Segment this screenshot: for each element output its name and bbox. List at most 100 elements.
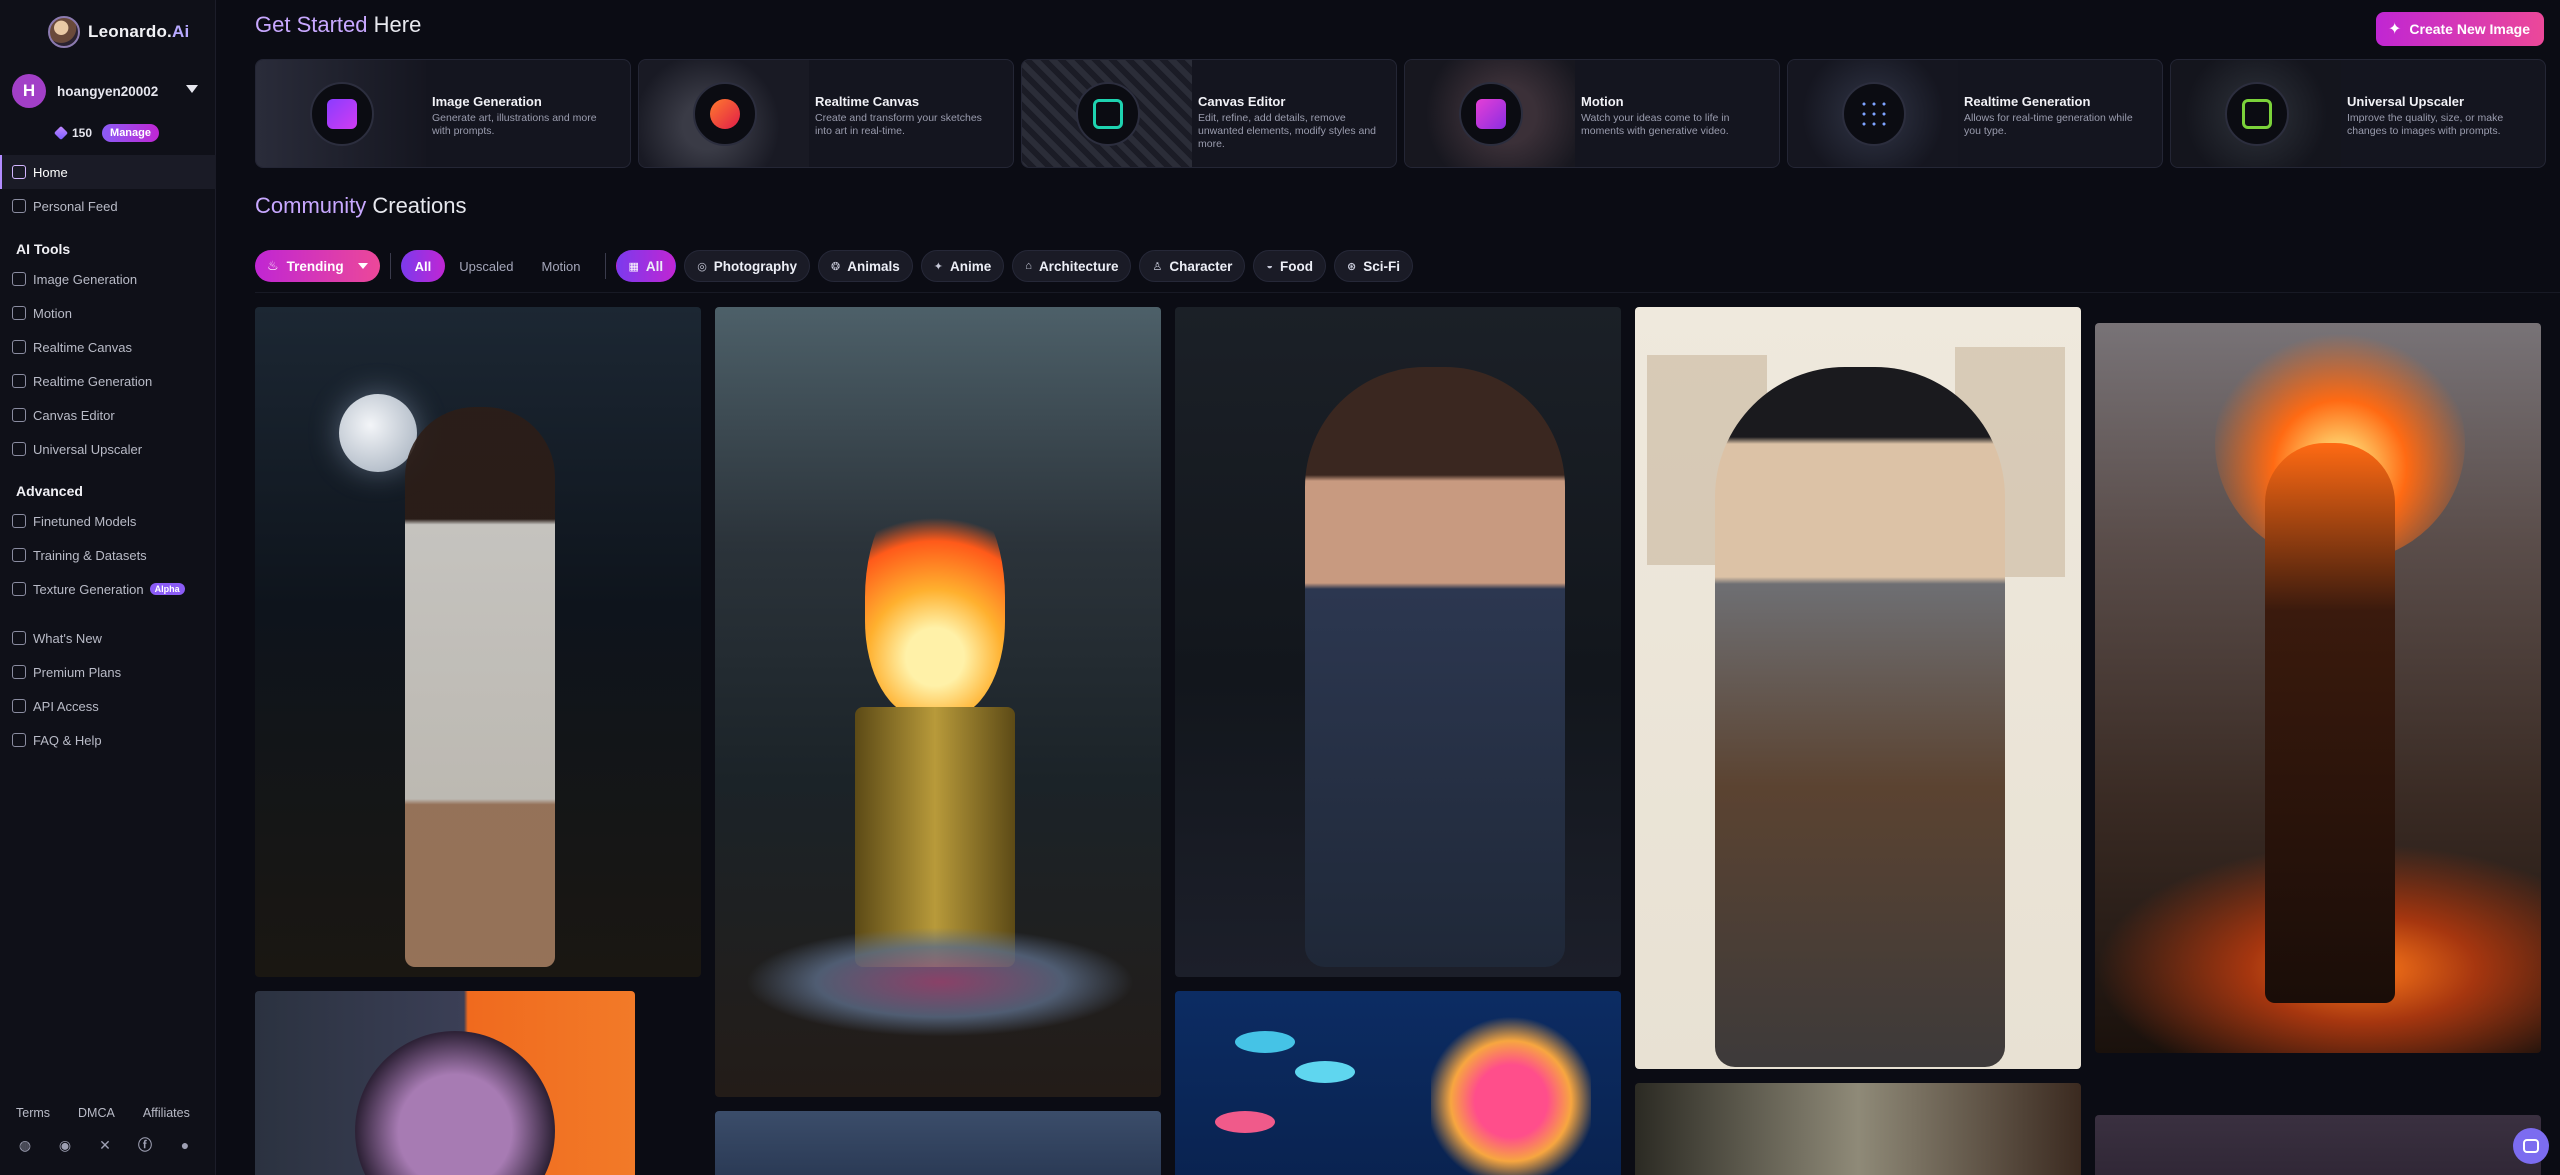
nav-home[interactable]: Home <box>0 155 216 189</box>
chevron-down-icon <box>357 263 368 269</box>
news-icon <box>12 631 26 645</box>
food-icon: ◒ <box>1266 260 1274 272</box>
nav-texture-generation[interactable]: Texture Generation Alpha <box>0 572 216 606</box>
tool-desc: Allows for real-time generation while yo… <box>1964 112 2133 137</box>
credits: 150 Manage <box>53 124 159 142</box>
brand[interactable]: Leonardo.Ai <box>48 16 189 48</box>
nav-api-access[interactable]: API Access <box>0 689 216 723</box>
type-filter-motion[interactable]: Motion <box>527 250 594 282</box>
main-content: Get Started Here ✦ Create New Image Image… <box>216 0 2560 1175</box>
tool-card-canvas-editor[interactable]: Canvas Editor Edit, refine, add details,… <box>1021 59 1397 168</box>
category-food[interactable]: ◒ Food <box>1253 250 1327 282</box>
flame <box>865 477 1005 717</box>
gallery-image[interactable] <box>715 307 1161 1097</box>
advanced-nav: Advanced Finetuned Models Training & Dat… <box>0 474 216 606</box>
fish <box>1235 1031 1295 1053</box>
category-photography[interactable]: ◎ Photography <box>684 250 811 282</box>
tool-card-motion[interactable]: Motion Watch your ideas come to life in … <box>1404 59 1780 168</box>
nav-universal-upscaler[interactable]: Universal Upscaler <box>0 432 216 466</box>
gallery-image[interactable] <box>2095 323 2541 1053</box>
nav-realtime-canvas[interactable]: Realtime Canvas <box>0 330 216 364</box>
home-icon <box>12 165 26 179</box>
facebook-icon[interactable]: ⓕ <box>136 1136 154 1154</box>
chat-icon <box>2523 1139 2539 1153</box>
user-menu[interactable]: H hoangyen20002 <box>12 74 204 108</box>
page-title: Get Started Here <box>255 12 422 37</box>
category-character[interactable]: ♙ Character <box>1139 250 1246 282</box>
model-icon <box>12 514 26 528</box>
realtime-generation-icon <box>1842 82 1906 146</box>
canvas-icon <box>12 408 26 422</box>
nav-whats-new[interactable]: What's New <box>0 621 216 655</box>
nav-personal-feed[interactable]: Personal Feed <box>0 189 216 223</box>
universal-upscaler-icon <box>2225 82 2289 146</box>
gallery-image[interactable] <box>255 991 635 1175</box>
create-new-image-button[interactable]: ✦ Create New Image <box>2375 12 2544 46</box>
tool-title: Realtime Generation <box>1964 94 2091 109</box>
footer-dmca[interactable]: DMCA <box>78 1106 115 1120</box>
tool-title: Universal Upscaler <box>2347 94 2465 109</box>
gallery-image[interactable] <box>1175 991 1621 1175</box>
tool-desc: Improve the quality, size, or make chang… <box>2347 112 2504 137</box>
sparkle-icon: ✦ <box>2387 21 2402 38</box>
category-anime[interactable]: ✦ Anime <box>920 250 1005 282</box>
footer-affiliates[interactable]: Affiliates <box>143 1106 190 1120</box>
gallery-image[interactable] <box>255 307 701 977</box>
gallery-image[interactable] <box>1175 307 1621 977</box>
credit-count: 150 <box>72 126 93 140</box>
grid-icon <box>12 199 26 213</box>
nav-realtime-generation[interactable]: Realtime Generation <box>0 364 216 398</box>
star-icon: ✦ <box>933 260 944 273</box>
texture-icon <box>12 582 26 596</box>
sort-dropdown[interactable]: ♨ Trending <box>255 250 380 282</box>
upscale-icon <box>12 442 26 456</box>
username: hoangyen20002 <box>57 83 159 99</box>
chevron-down-icon[interactable] <box>186 85 198 93</box>
type-filter-upscaled[interactable]: Upscaled <box>445 250 527 282</box>
motion-icon <box>1459 82 1523 146</box>
category-animals[interactable]: ❂ Animals <box>818 250 913 282</box>
community-title: Community Creations <box>255 193 467 218</box>
dataset-icon <box>12 548 26 562</box>
gallery-image[interactable] <box>2095 1115 2541 1175</box>
footer-terms[interactable]: Terms <box>16 1106 50 1120</box>
coral <box>1431 1011 1591 1175</box>
spark-icon <box>12 374 26 388</box>
nav-premium-plans[interactable]: Premium Plans <box>0 655 216 689</box>
nav-finetuned-models[interactable]: Finetuned Models <box>0 504 216 538</box>
grid-icon: ▦ <box>628 260 639 273</box>
nav-image-generation[interactable]: Image Generation <box>0 262 216 296</box>
ai-tools-title: AI Tools <box>16 241 71 257</box>
debris <box>745 927 1135 1037</box>
motion-icon <box>12 306 26 320</box>
tool-card-image-generation[interactable]: Image Generation Generate art, illustrat… <box>255 59 631 168</box>
tool-title: Realtime Canvas <box>815 94 920 109</box>
tool-card-realtime-canvas[interactable]: Realtime Canvas Create and transform you… <box>638 59 1014 168</box>
nav-motion[interactable]: Motion <box>0 296 216 330</box>
tool-card-realtime-generation[interactable]: Realtime Generation Allows for real-time… <box>1787 59 2163 168</box>
manage-button[interactable]: Manage <box>102 124 159 142</box>
gallery-image[interactable] <box>1635 1083 2081 1175</box>
reddit-icon[interactable]: ◉ <box>56 1136 74 1154</box>
type-filter-all[interactable]: All <box>400 250 446 282</box>
subject <box>355 1031 555 1175</box>
category-all[interactable]: ▦ All <box>615 250 677 282</box>
gallery-image[interactable] <box>715 1111 1161 1175</box>
nav-faq-help[interactable]: FAQ & Help <box>0 723 216 757</box>
discord-icon[interactable]: ◍ <box>16 1136 34 1154</box>
subject <box>2265 443 2395 1003</box>
chat-support-button[interactable] <box>2513 1128 2549 1164</box>
community-gallery <box>255 307 2560 1175</box>
apple-icon[interactable]: ● <box>176 1136 194 1154</box>
paw-icon: ❂ <box>831 260 841 273</box>
moon <box>339 394 417 472</box>
x-icon[interactable]: ✕ <box>96 1136 114 1154</box>
tool-card-universal-upscaler[interactable]: Universal Upscaler Improve the quality, … <box>2170 59 2546 168</box>
nav-canvas-editor[interactable]: Canvas Editor <box>0 398 216 432</box>
category-architecture[interactable]: ⌂ Architecture <box>1012 250 1132 282</box>
category-sci-fi[interactable]: ⊛ Sci-Fi <box>1334 250 1414 282</box>
person-icon: ♙ <box>1152 260 1163 273</box>
nav-training-datasets[interactable]: Training & Datasets <box>0 538 216 572</box>
gallery-image[interactable] <box>1635 307 2081 1069</box>
api-icon <box>12 699 26 713</box>
